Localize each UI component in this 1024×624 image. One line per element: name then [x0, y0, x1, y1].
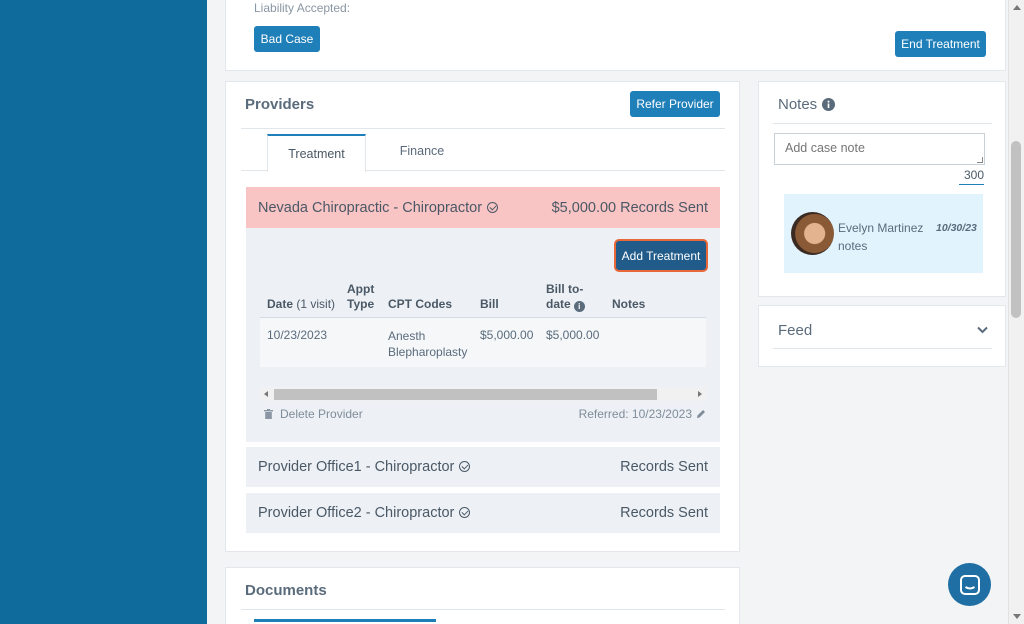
- scroll-right-arrow-icon[interactable]: [698, 391, 702, 397]
- end-treatment-button[interactable]: End Treatment: [895, 31, 986, 57]
- provider-row[interactable]: Provider Office1 - Chiropractor Records …: [246, 447, 720, 487]
- provider-name: Nevada Chiropractic - Chiropractor: [258, 199, 483, 216]
- scroll-left-arrow-icon[interactable]: [264, 391, 268, 397]
- provider-status: Records Sent: [620, 459, 708, 475]
- table-row: 10/23/2023 Anesth Blepharoplasty $5,000.0…: [260, 318, 706, 367]
- provider-status: Records Sent: [620, 505, 708, 521]
- pencil-icon[interactable]: [696, 409, 706, 419]
- visit-count: (1 visit): [296, 297, 336, 311]
- chevron-down-icon[interactable]: [977, 326, 988, 334]
- header-divider: [241, 128, 725, 129]
- info-icon: i: [573, 301, 585, 312]
- feed-divider: [773, 348, 992, 349]
- notes-card: Notes 300 Evelyn Martinez 10/30/23 notes: [758, 81, 1006, 297]
- avatar: [791, 212, 834, 255]
- feed-title: Feed: [778, 321, 813, 339]
- documents-divider: [241, 609, 725, 610]
- refer-provider-button[interactable]: Refer Provider: [630, 91, 720, 117]
- providers-title: Providers: [245, 96, 315, 113]
- th-bill-to-date: Bill to-date i: [546, 282, 585, 312]
- tab-treatment[interactable]: Treatment: [267, 134, 366, 172]
- documents-card: Documents: [225, 567, 740, 624]
- cell-bill-to-date: $5,000.00: [546, 328, 600, 342]
- note-text: notes: [838, 239, 868, 253]
- provider-name: Provider Office2 - Chiropractor: [258, 505, 455, 521]
- cell-date: 10/23/2023: [267, 328, 328, 342]
- trash-icon: [264, 409, 273, 419]
- case-note-input[interactable]: [774, 133, 985, 165]
- scroll-down-arrow-icon[interactable]: [1013, 614, 1021, 619]
- note-char-counter: 300: [959, 168, 984, 185]
- tab-treatment-label: Treatment: [288, 147, 345, 161]
- note-author: Evelyn Martinez: [838, 221, 924, 235]
- providers-card: Providers Refer Provider Treatment Finan…: [225, 81, 740, 552]
- note-date: 10/30/23: [936, 222, 977, 234]
- info-circle-icon[interactable]: [822, 98, 836, 111]
- tab-bar: Treatment Finance: [241, 134, 725, 172]
- tab-finance[interactable]: Finance: [377, 134, 467, 168]
- documents-active-tab-indicator: [254, 619, 436, 622]
- check-circle-icon: [459, 507, 471, 518]
- delete-provider-link[interactable]: Delete Provider: [264, 407, 363, 421]
- check-circle-icon: [459, 461, 471, 472]
- page-vertical-scrollbar[interactable]: [1008, 0, 1024, 624]
- bad-case-button[interactable]: Bad Case: [254, 26, 320, 52]
- table-horizontal-scrollbar[interactable]: [260, 387, 706, 401]
- provider-panel-expanded: Nevada Chiropractic - Chiropractor $5,00…: [246, 187, 720, 442]
- main-content: Liability Accepted: Bad Case End Treatme…: [207, 0, 1008, 624]
- case-summary-card: Liability Accepted: Bad Case End Treatme…: [225, 0, 1006, 71]
- provider-row[interactable]: Provider Office2 - Chiropractor Records …: [246, 493, 720, 533]
- check-circle-icon: [487, 201, 499, 213]
- th-bill: Bill: [480, 297, 499, 311]
- provider-amount-status: $5,000.00 Records Sent: [551, 199, 708, 216]
- th-notes: Notes: [612, 297, 646, 311]
- add-treatment-button[interactable]: Add Treatment: [616, 241, 706, 270]
- liability-label: Liability Accepted:: [254, 1, 351, 15]
- chat-icon: [959, 574, 980, 595]
- documents-title: Documents: [245, 582, 327, 599]
- referred-date: Referred: 10/23/2023: [579, 407, 706, 421]
- delete-provider-label: Delete Provider: [280, 407, 363, 421]
- th-cpt: CPT Codes: [388, 297, 453, 311]
- feed-card: Feed: [758, 305, 1006, 367]
- cell-bill: $5,000.00: [480, 328, 534, 342]
- notes-divider: [773, 123, 992, 124]
- provider-name: Provider Office1 - Chiropractor: [258, 459, 455, 475]
- scroll-up-arrow-icon[interactable]: [1013, 5, 1021, 10]
- treatment-table: Date (1 visit) Appt Type CPT Codes Bill B…: [260, 279, 706, 374]
- cell-cpt: Anesth Blepharoplasty: [388, 329, 468, 359]
- note-entry[interactable]: Evelyn Martinez 10/30/23 notes: [784, 194, 983, 273]
- table-scroll-thumb[interactable]: [274, 389, 657, 400]
- resize-handle-icon[interactable]: [977, 157, 983, 163]
- feed-header[interactable]: Feed: [778, 320, 988, 340]
- page-scroll-thumb[interactable]: [1011, 141, 1021, 318]
- provider-header-highlight[interactable]: Nevada Chiropractic - Chiropractor $5,00…: [246, 187, 720, 228]
- th-date: Date (1 visit): [267, 297, 336, 311]
- chat-launcher-button[interactable]: [948, 563, 991, 606]
- left-sidebar: [0, 0, 207, 624]
- tab-finance-label: Finance: [399, 144, 445, 158]
- th-appt-type: Appt Type: [347, 282, 375, 311]
- notes-title: Notes: [778, 96, 836, 113]
